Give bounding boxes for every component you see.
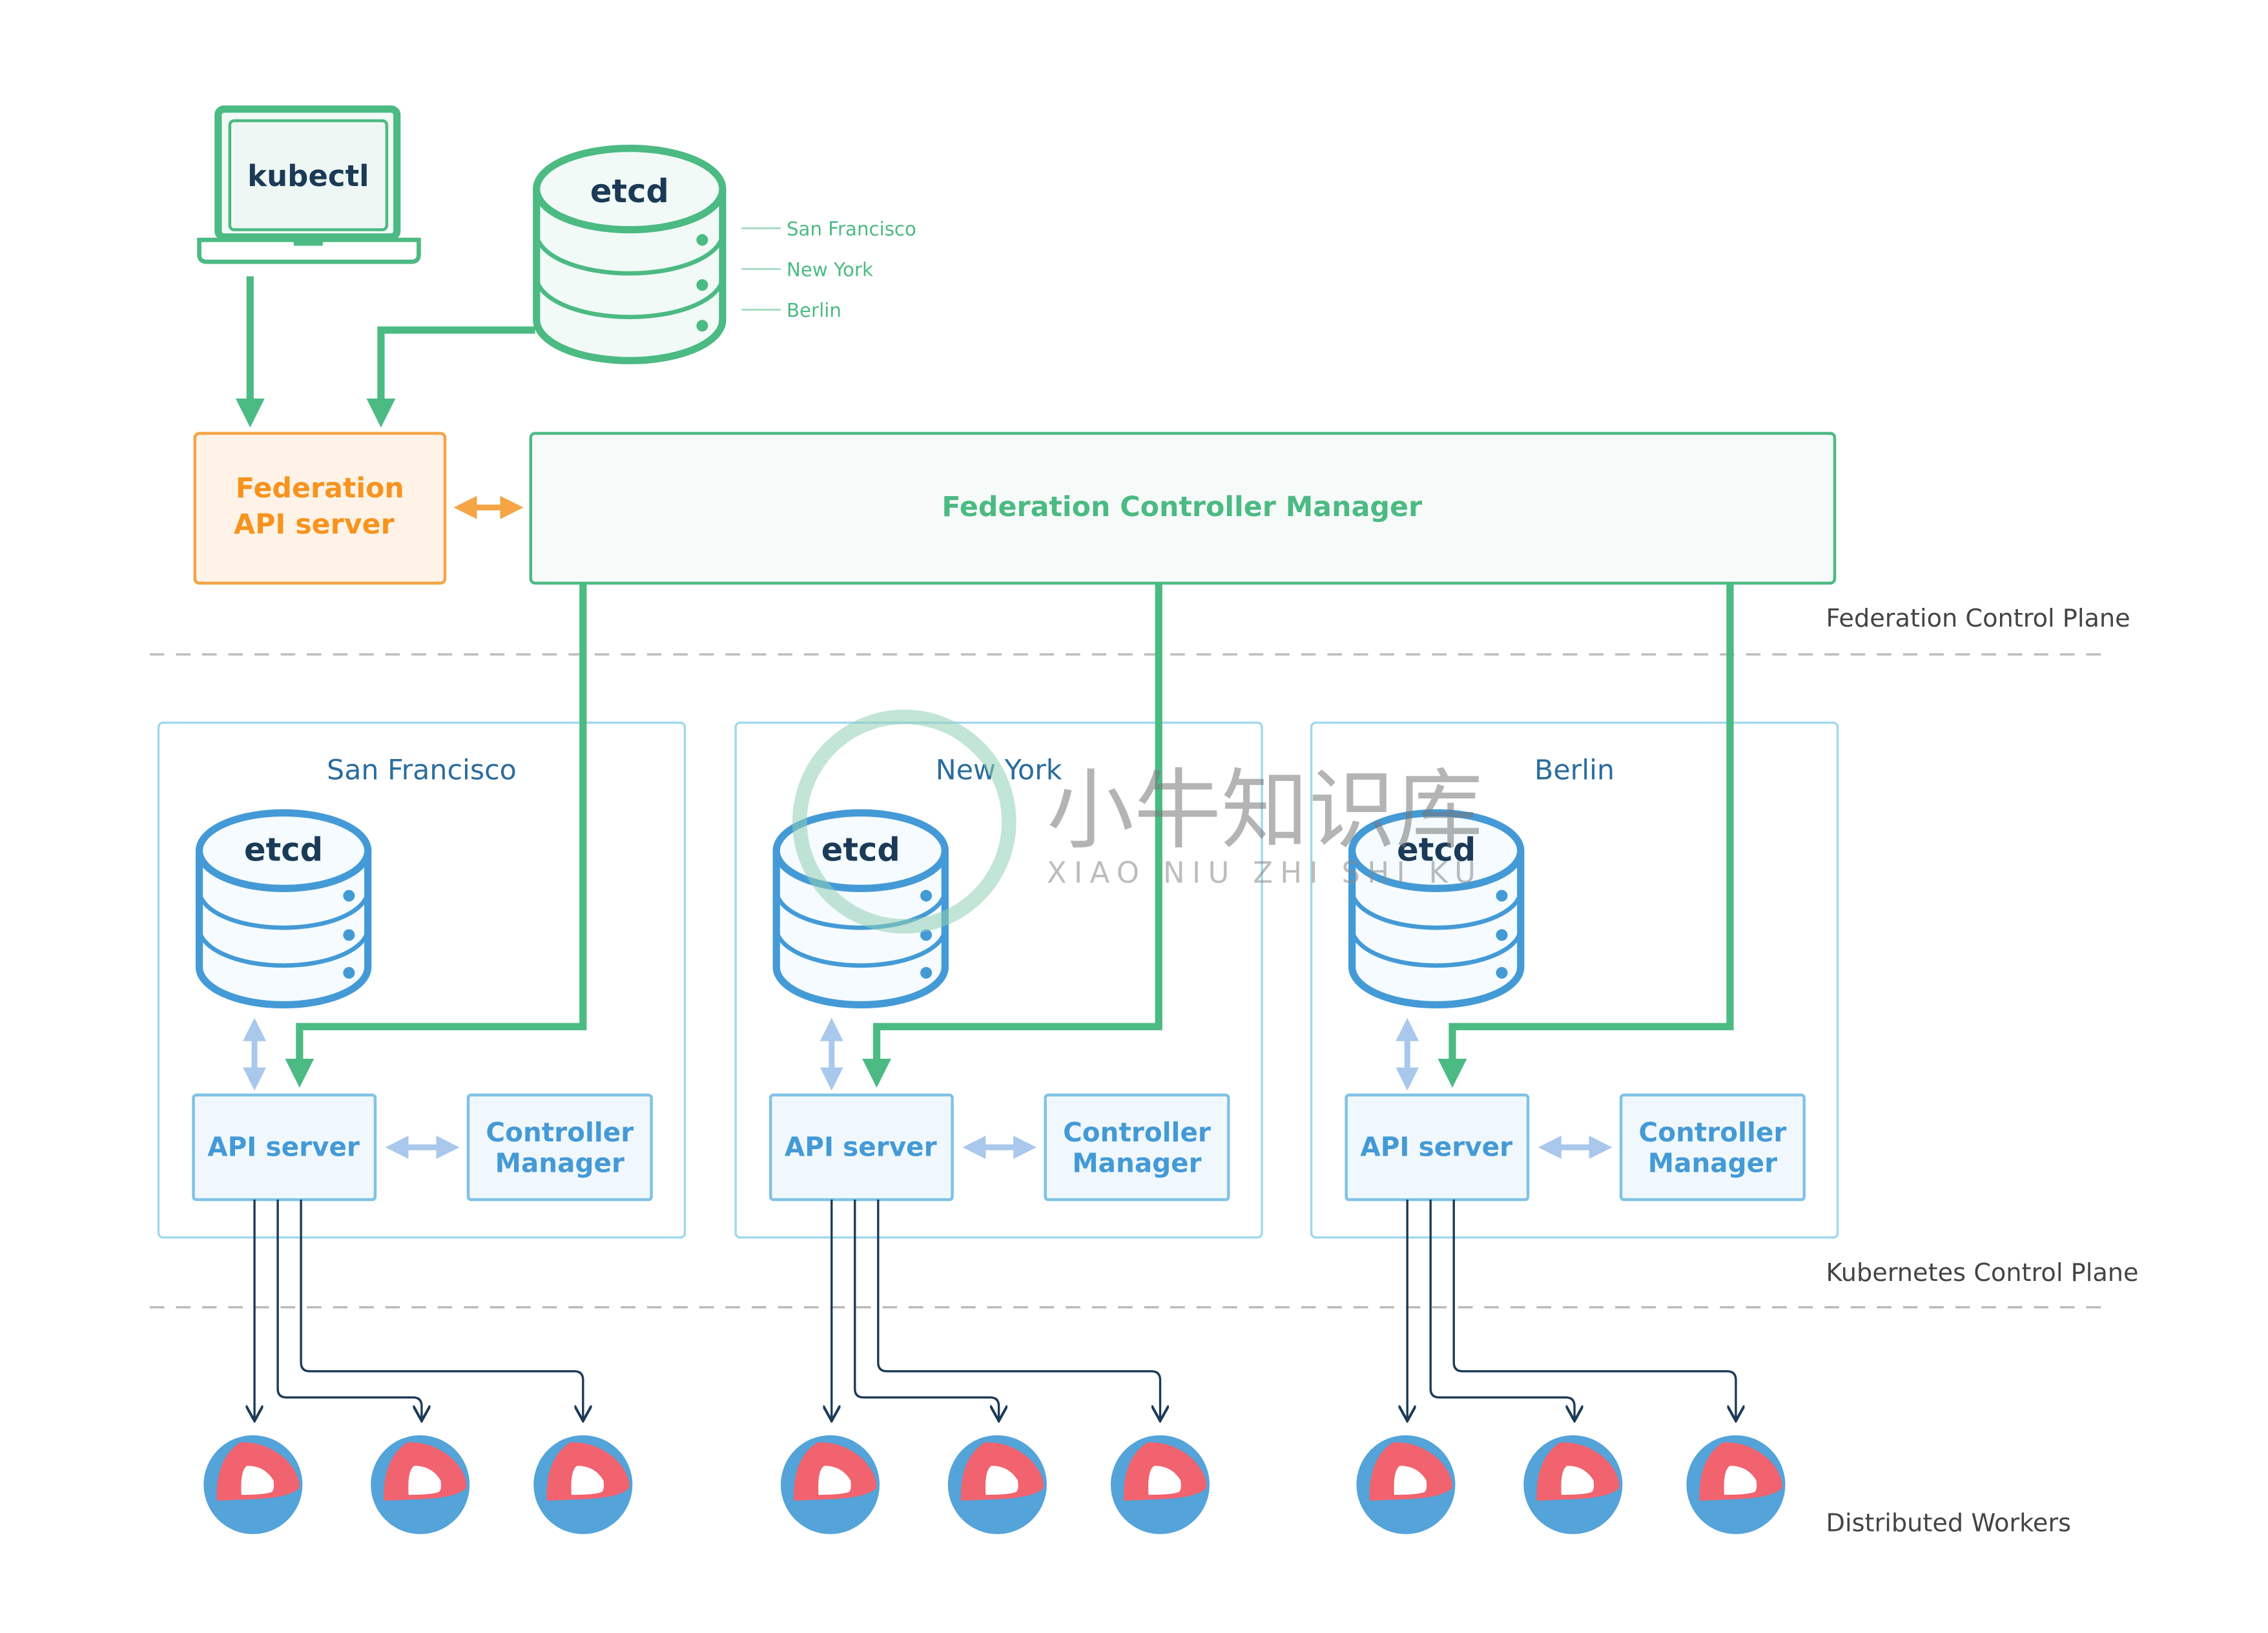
etcd-replica-label: Berlin [787,300,841,322]
zone-label-federation: Federation Control Plane [1826,604,2130,633]
etcd-replica-label: San Francisco [787,218,916,240]
controller-manager-label: Controller [1063,1117,1211,1148]
etcd-to-api-arrow [366,326,535,428]
cluster-etcd-label: etcd [821,831,900,869]
worker-node-icon [780,1435,880,1534]
worker-node-icon [371,1435,470,1534]
worker-node-icon [1110,1435,1210,1534]
federation-api-server-label: API server [234,508,395,541]
zone-label-kubernetes: Kubernetes Control Plane [1826,1258,2139,1287]
svg-text:XIAO NIU ZHI SHI KU: XIAO NIU ZHI SHI KU [1047,855,1483,889]
cluster-title: Berlin [1534,754,1614,787]
cluster-etcd-label: etcd [244,831,323,869]
worker-node-icon [1356,1435,1456,1534]
controller-manager-label: Manager [495,1147,624,1178]
worker-node-icon [947,1435,1047,1534]
api-server-label: API server [1360,1132,1512,1163]
federation-controller-manager: Federation Controller Manager [529,432,1837,585]
federation-etcd-label: etcd [590,172,669,210]
federation-architecture-diagram: kubectl etcd San Francisco New York Berl… [149,105,2139,1537]
api-server-label: API server [785,1132,937,1163]
federation-etcd: etcd San Francisco New York Berlin [533,144,916,364]
clusters: San FranciscoetcdAPI server ControllerMan… [157,583,1839,1534]
worker-node-icon [1523,1435,1623,1534]
cluster-san-francisco: San Francisco etcd API server ControllerMan… [157,722,686,1534]
api-server-label: API server [207,1132,360,1163]
etcd-replica-label: New York [787,259,873,281]
zone-label-workers: Distributed Workers [1826,1508,2072,1537]
controller-manager-label: Controller [486,1117,634,1148]
kubectl-label: kubectl [247,159,369,193]
controller-manager-label: Manager [1648,1147,1777,1178]
controller-manager-label: Controller [1639,1117,1787,1148]
worker-node-icon [533,1435,633,1534]
svg-text:小牛知识库: 小牛知识库 [1047,760,1483,861]
federation-api-server-label: Federation [236,472,404,504]
cluster-etcd: etcd [195,809,372,1009]
federation-controller-manager-label: Federation Controller Manager [942,491,1422,523]
controller-manager-label: Manager [1072,1147,1201,1178]
worker-node-icon [1686,1435,1786,1534]
cluster-title: San Francisco [327,754,517,787]
kubectl-laptop: kubectl [197,105,421,264]
federation-api-server: Federation API server [193,432,447,585]
worker-node-icon [203,1435,303,1534]
